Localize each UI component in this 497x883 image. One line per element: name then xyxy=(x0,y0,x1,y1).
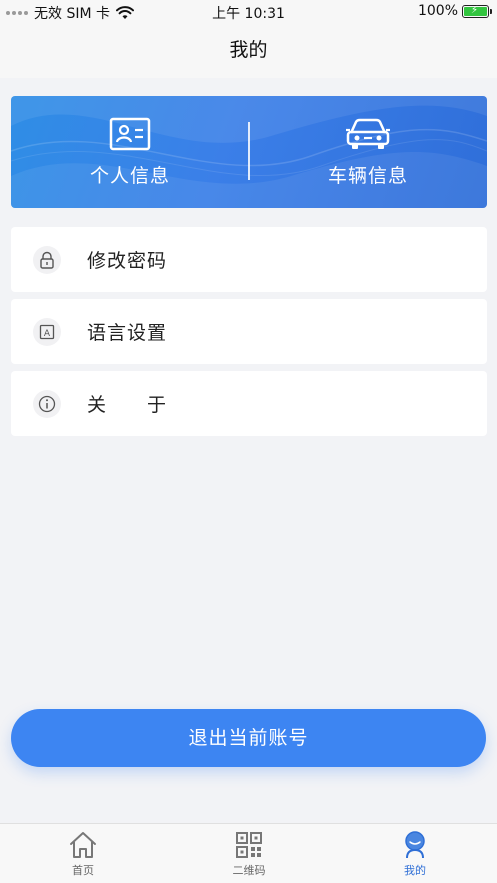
personal-info-label: 个人信息 xyxy=(89,164,170,187)
tab-profile[interactable]: 我的 xyxy=(332,824,497,883)
change-password-item[interactable]: 修改密码 xyxy=(11,227,487,292)
tab-home-label: 首页 xyxy=(72,864,94,877)
tab-qr-code-label: 二维码 xyxy=(232,864,266,877)
qr-code-icon xyxy=(236,832,262,858)
tab-bar: 首页 二维码 我的 xyxy=(0,823,497,883)
battery-percent: 100% xyxy=(417,3,458,19)
logout-button[interactable]: 退出当前账号 xyxy=(11,709,486,767)
status-right: 100% ⚡ xyxy=(417,3,492,19)
language-settings-label: 语言设置 xyxy=(87,322,168,344)
lock-icon xyxy=(33,245,61,274)
status-bar: 无效 SIM 卡 上午 10:31 100% ⚡ xyxy=(0,0,497,26)
car-icon xyxy=(346,118,390,149)
nav-bar: 我的 xyxy=(0,26,497,78)
language-icon: A xyxy=(33,317,61,346)
personal-info-button[interactable]: 个人信息 xyxy=(11,96,249,208)
tab-home[interactable]: 首页 xyxy=(0,824,166,883)
profile-icon xyxy=(405,831,425,859)
tab-profile-label: 我的 xyxy=(404,864,426,877)
about-item[interactable]: 关 于 xyxy=(11,371,487,436)
language-settings-item[interactable]: A 语言设置 xyxy=(11,299,487,364)
info-banner: 个人信息 车辆信息 xyxy=(11,96,487,208)
page-title: 我的 xyxy=(229,39,268,61)
vehicle-info-label: 车辆信息 xyxy=(327,164,408,187)
id-card-icon xyxy=(109,117,151,150)
home-icon xyxy=(70,832,96,858)
battery-icon: ⚡ xyxy=(462,4,492,18)
change-password-label: 修改密码 xyxy=(87,250,168,272)
vehicle-info-button[interactable]: 车辆信息 xyxy=(249,96,487,208)
tab-qr-code[interactable]: 二维码 xyxy=(166,824,332,883)
about-label: 关 于 xyxy=(87,394,168,416)
svg-text:A: A xyxy=(44,329,51,339)
info-icon xyxy=(33,389,61,418)
